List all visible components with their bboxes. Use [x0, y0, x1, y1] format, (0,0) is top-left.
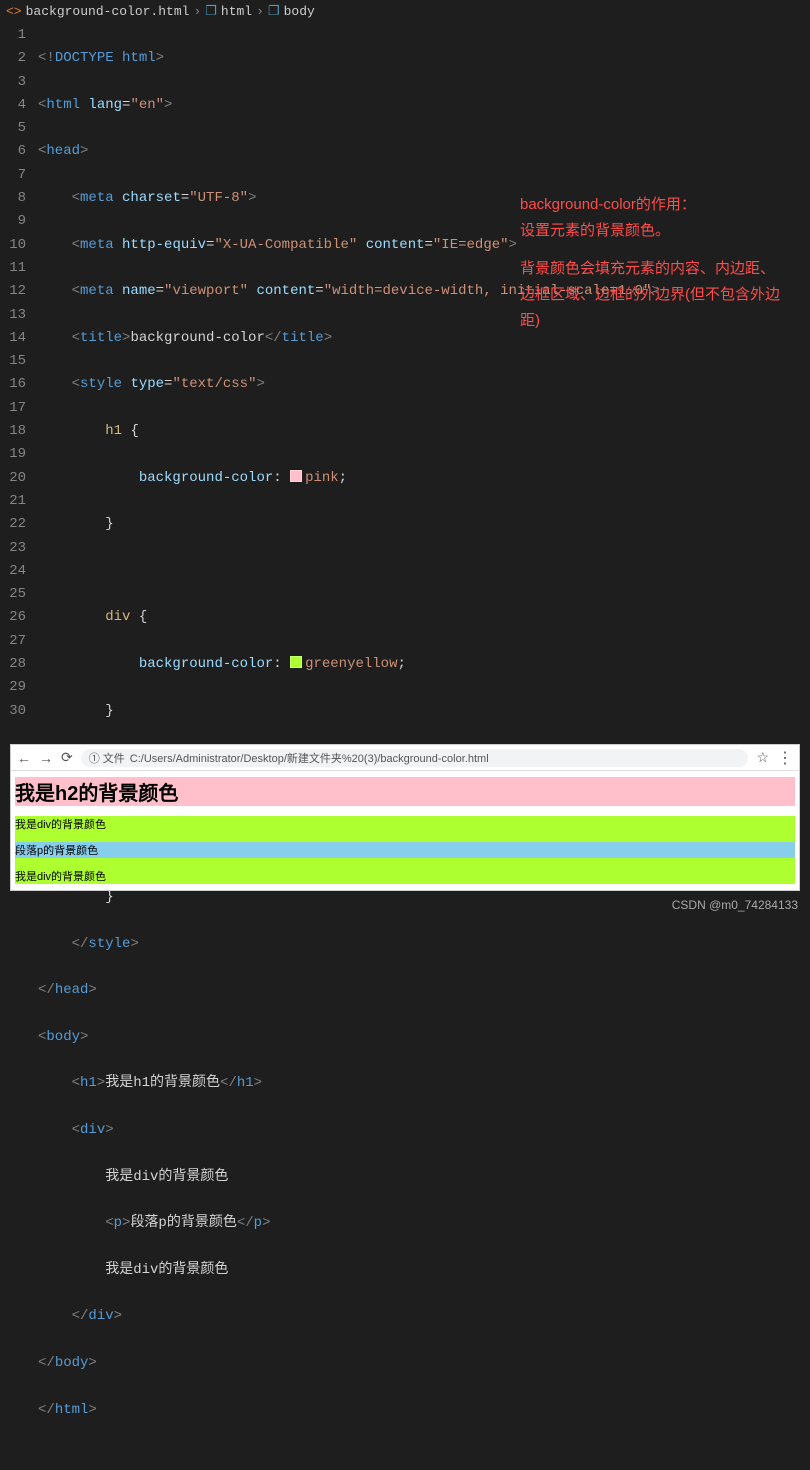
breadcrumb-body[interactable]: body: [284, 4, 315, 19]
line-number: 6: [0, 140, 26, 163]
line-number: 12: [0, 280, 26, 303]
page-heading: 我是h2的背景颜色: [15, 777, 795, 806]
page-paragraph: 段落p的背景颜色: [15, 842, 795, 858]
forward-icon[interactable]: →: [39, 750, 53, 766]
line-number: 14: [0, 327, 26, 350]
url-prefix: ① 文件: [89, 750, 125, 766]
line-number: 3: [0, 71, 26, 94]
line-number: 25: [0, 583, 26, 606]
line-number: 26: [0, 606, 26, 629]
line-number: 9: [0, 210, 26, 233]
line-number: 30: [0, 700, 26, 723]
watermark: CSDN @m0_74284133: [672, 898, 798, 912]
line-number: 21: [0, 490, 26, 513]
node-icon: ❐: [268, 4, 280, 19]
node-icon: ❐: [205, 4, 217, 19]
color-swatch-greenyellow: [290, 656, 302, 668]
div-text: 我是div的背景颜色: [15, 816, 795, 832]
file-icon: <>: [6, 4, 22, 19]
color-swatch-pink: [290, 470, 302, 482]
breadcrumb: <> background-color.html › ❐ html › ❐ bo…: [0, 0, 810, 22]
line-number: 22: [0, 513, 26, 536]
line-number: 15: [0, 350, 26, 373]
line-number: 1: [0, 24, 26, 47]
url-text: C:/Users/Administrator/Desktop/新建文件夹%20(…: [130, 750, 489, 766]
star-icon[interactable]: ☆: [756, 749, 769, 766]
line-number: 16: [0, 373, 26, 396]
address-bar[interactable]: ① 文件 C:/Users/Administrator/Desktop/新建文件…: [81, 749, 749, 767]
div-text: 我是div的背景颜色: [15, 868, 795, 884]
browser-preview: ← → ⟳ ① 文件 C:/Users/Administrator/Deskto…: [10, 744, 800, 891]
line-number: 19: [0, 443, 26, 466]
line-number: 11: [0, 257, 26, 280]
rendered-page: 我是h2的背景颜色 我是div的背景颜色 段落p的背景颜色 我是div的背景颜色: [11, 771, 799, 890]
page-div: 我是div的背景颜色 段落p的背景颜色 我是div的背景颜色: [15, 816, 795, 884]
line-number: 13: [0, 304, 26, 327]
line-number: 5: [0, 117, 26, 140]
line-number: 8: [0, 187, 26, 210]
line-number: 18: [0, 420, 26, 443]
browser-toolbar: ← → ⟳ ① 文件 C:/Users/Administrator/Deskto…: [11, 745, 799, 771]
reload-icon[interactable]: ⟳: [61, 749, 73, 766]
line-number: 4: [0, 94, 26, 117]
line-number: 7: [0, 164, 26, 187]
line-number: 10: [0, 234, 26, 257]
line-number: 24: [0, 560, 26, 583]
back-icon[interactable]: ←: [17, 750, 31, 766]
line-number: 23: [0, 537, 26, 560]
line-number: 2: [0, 47, 26, 70]
chevron-right-icon: ›: [193, 4, 201, 19]
menu-icon[interactable]: ⋮: [777, 748, 793, 768]
line-number: 29: [0, 676, 26, 699]
breadcrumb-html[interactable]: html: [221, 4, 252, 19]
chevron-right-icon: ›: [256, 4, 264, 19]
line-number: 20: [0, 467, 26, 490]
breadcrumb-file[interactable]: background-color.html: [26, 4, 190, 19]
line-number: 27: [0, 630, 26, 653]
line-number: 28: [0, 653, 26, 676]
line-number: 17: [0, 397, 26, 420]
